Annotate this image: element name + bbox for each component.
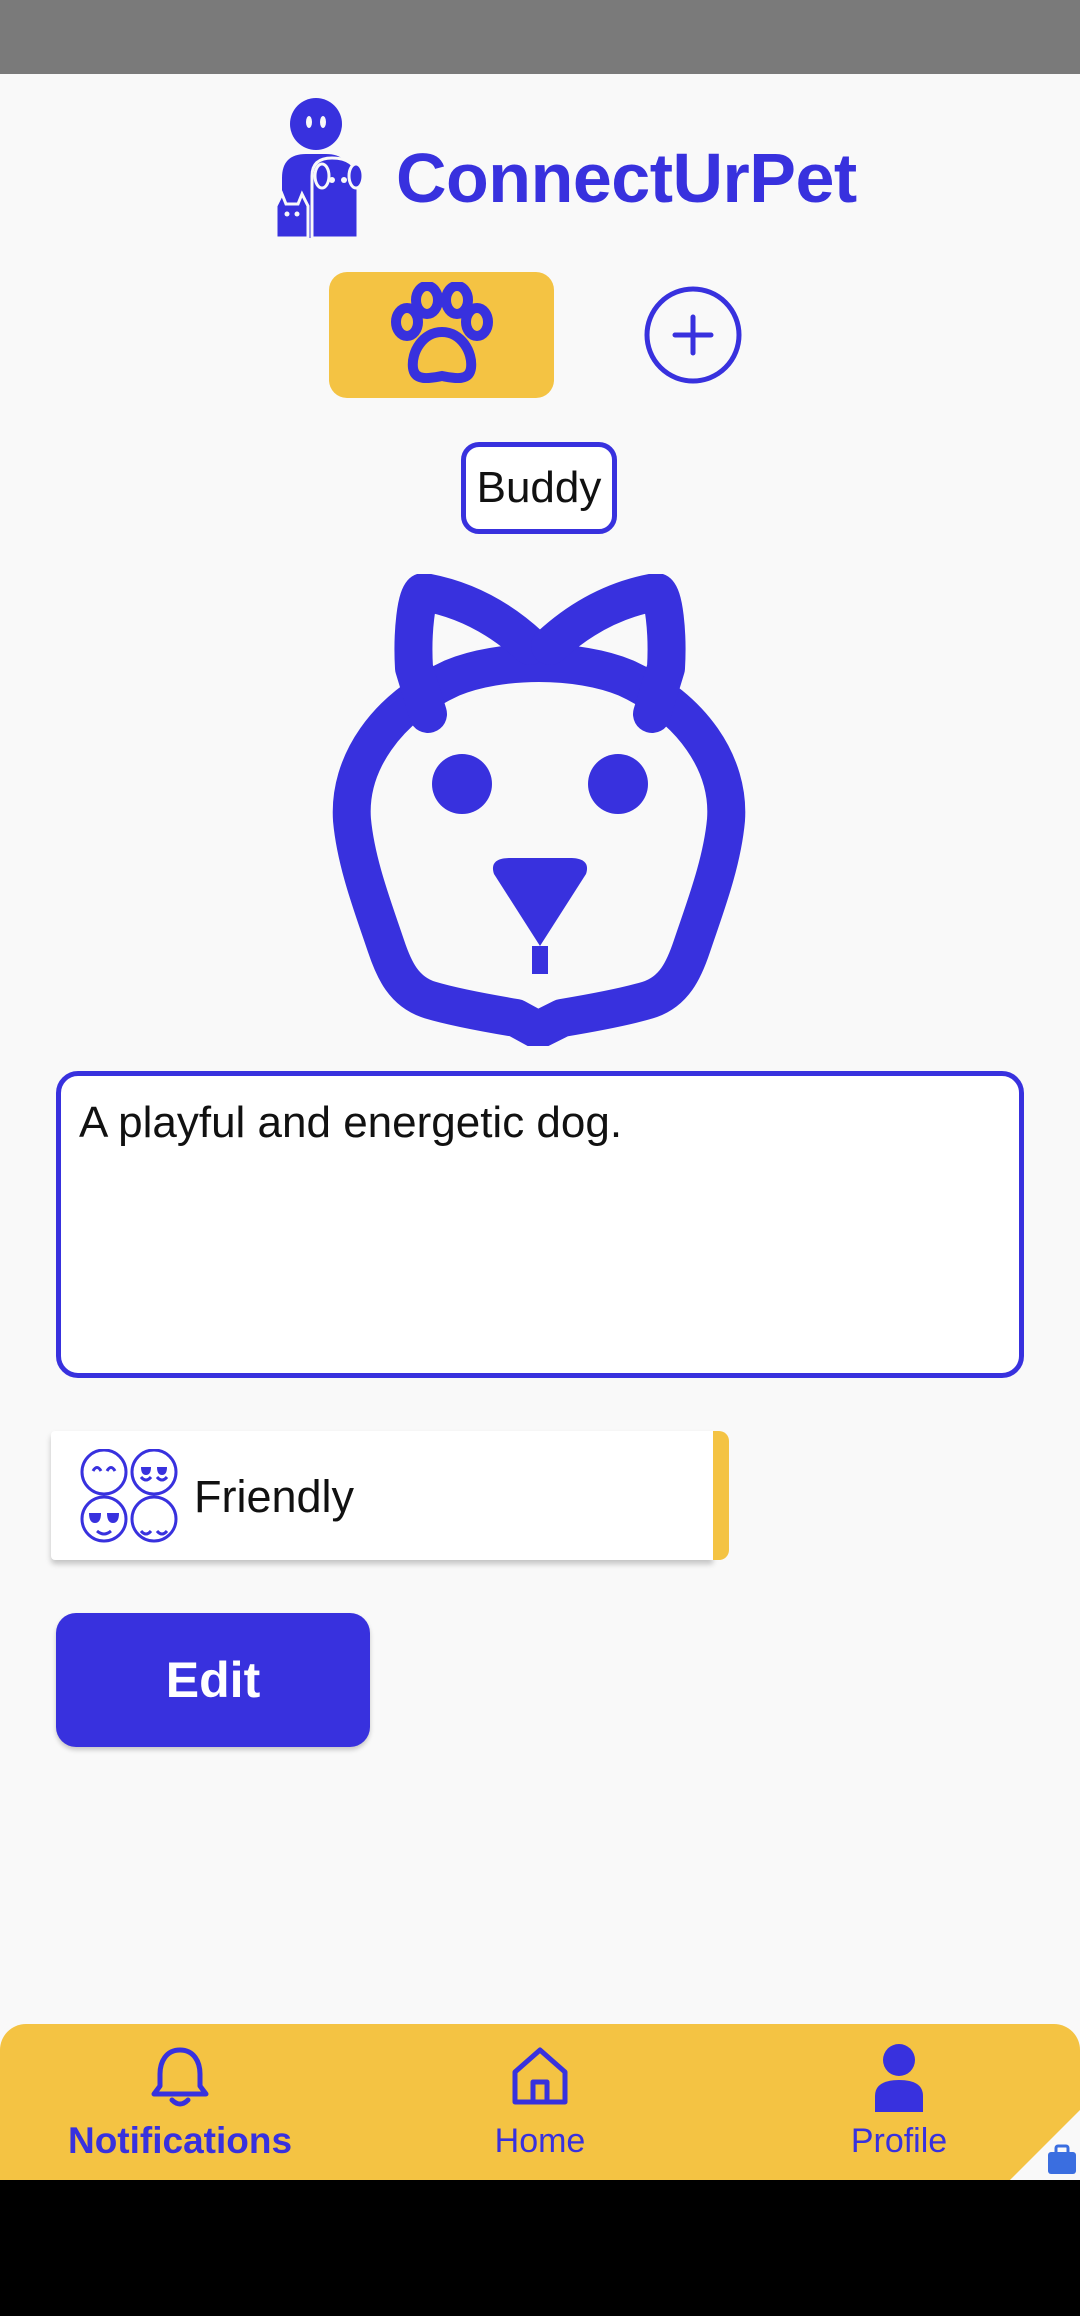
paw-icon — [391, 282, 493, 384]
nav-item-notifications[interactable]: Notifications — [30, 2024, 330, 2180]
nav-item-home[interactable]: Home — [390, 2024, 690, 2180]
app-title: ConnectUrPet — [396, 139, 857, 217]
person-icon — [875, 2044, 923, 2112]
home-icon — [512, 2047, 568, 2105]
dog-face-icon — [332, 574, 746, 1046]
nav-label-notifications: Notifications — [67, 2120, 293, 2161]
nav-label-home: Home — [494, 2122, 586, 2160]
app-logo-icon — [274, 98, 365, 238]
bottom-navigation: Notifications Home Profile — [0, 2024, 1080, 2180]
trait-accent-bar — [713, 1431, 729, 1560]
emoji-faces-icon — [80, 1449, 178, 1543]
pet-name-field[interactable]: Buddy — [461, 442, 617, 534]
pet-tab-selected[interactable] — [329, 272, 554, 398]
status-bar — [0, 0, 1080, 74]
nav-item-profile[interactable]: Profile — [749, 2024, 1049, 2180]
edit-button[interactable]: Edit — [56, 1613, 370, 1747]
add-pet-button[interactable] — [643, 285, 743, 385]
system-navigation-bar — [0, 2180, 1080, 2316]
pet-description-field[interactable]: A playful and energetic dog. — [56, 1071, 1024, 1378]
nav-label-profile: Profile — [850, 2122, 948, 2160]
briefcase-icon — [1010, 2110, 1080, 2180]
trait-label: Friendly — [194, 1471, 355, 1522]
app-header: ConnectUrPet — [0, 92, 1080, 242]
trait-chip[interactable]: Friendly — [51, 1431, 729, 1560]
bell-icon — [151, 2047, 209, 2107]
